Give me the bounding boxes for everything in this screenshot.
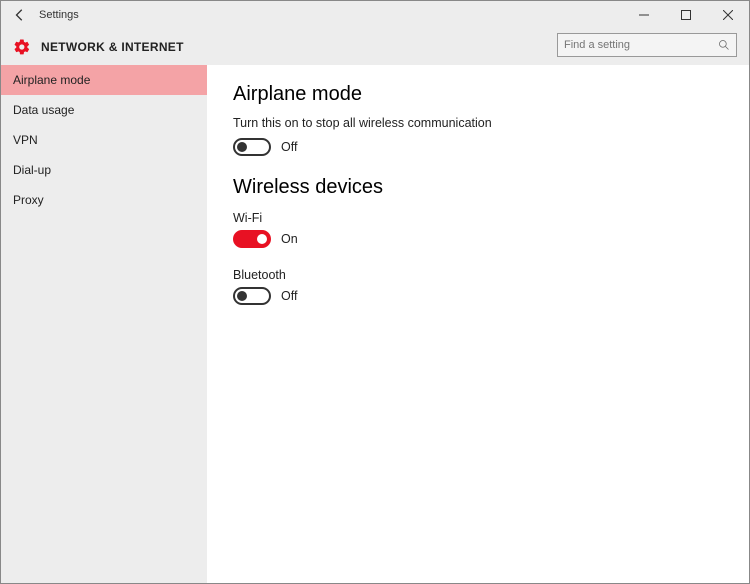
bluetooth-group: Bluetooth Off <box>233 268 723 305</box>
minimize-button[interactable] <box>623 1 665 29</box>
header-title: NETWORK & INTERNET <box>41 40 184 54</box>
sidebar-item-label: Proxy <box>13 193 44 207</box>
wifi-group: Wi-Fi On <box>233 211 723 248</box>
search-icon <box>718 39 730 51</box>
sidebar-item-label: Data usage <box>13 103 74 117</box>
bluetooth-toggle[interactable] <box>233 287 271 305</box>
sidebar: Airplane mode Data usage VPN Dial-up Pro… <box>1 65 207 583</box>
sidebar-item-label: Dial-up <box>13 163 51 177</box>
wifi-toggle-label: On <box>281 232 298 246</box>
sidebar-item-label: VPN <box>13 133 38 147</box>
back-button[interactable] <box>1 1 39 29</box>
body: Airplane mode Data usage VPN Dial-up Pro… <box>1 65 749 583</box>
airplane-mode-toggle[interactable] <box>233 138 271 156</box>
toggle-knob <box>237 142 247 152</box>
wifi-toggle[interactable] <box>233 230 271 248</box>
sidebar-item-proxy[interactable]: Proxy <box>1 185 207 215</box>
wireless-devices-heading: Wireless devices <box>233 176 723 199</box>
airplane-mode-toggle-row: Off <box>233 138 723 156</box>
toggle-knob <box>237 291 247 301</box>
window-controls <box>623 1 749 29</box>
wifi-toggle-row: On <box>233 230 723 248</box>
airplane-mode-toggle-label: Off <box>281 140 297 154</box>
gear-icon <box>13 38 31 56</box>
sidebar-item-label: Airplane mode <box>13 73 90 87</box>
wifi-label: Wi-Fi <box>233 211 723 225</box>
bluetooth-toggle-row: Off <box>233 287 723 305</box>
header: NETWORK & INTERNET <box>1 29 749 65</box>
search-box[interactable] <box>557 33 737 57</box>
sidebar-item-vpn[interactable]: VPN <box>1 125 207 155</box>
sidebar-item-dial-up[interactable]: Dial-up <box>1 155 207 185</box>
maximize-button[interactable] <box>665 1 707 29</box>
bluetooth-label: Bluetooth <box>233 268 723 282</box>
titlebar: Settings <box>1 1 749 29</box>
sidebar-item-airplane-mode[interactable]: Airplane mode <box>1 65 207 95</box>
content: Airplane mode Turn this on to stop all w… <box>207 65 749 583</box>
close-icon <box>723 10 733 20</box>
minimize-icon <box>639 10 649 20</box>
toggle-knob <box>257 234 267 244</box>
airplane-mode-heading: Airplane mode <box>233 83 723 106</box>
close-button[interactable] <box>707 1 749 29</box>
window-title: Settings <box>39 9 79 21</box>
sidebar-item-data-usage[interactable]: Data usage <box>1 95 207 125</box>
arrow-left-icon <box>13 8 27 22</box>
search-input[interactable] <box>564 39 718 51</box>
bluetooth-toggle-label: Off <box>281 289 297 303</box>
airplane-mode-description: Turn this on to stop all wireless commun… <box>233 116 723 130</box>
maximize-icon <box>681 10 691 20</box>
